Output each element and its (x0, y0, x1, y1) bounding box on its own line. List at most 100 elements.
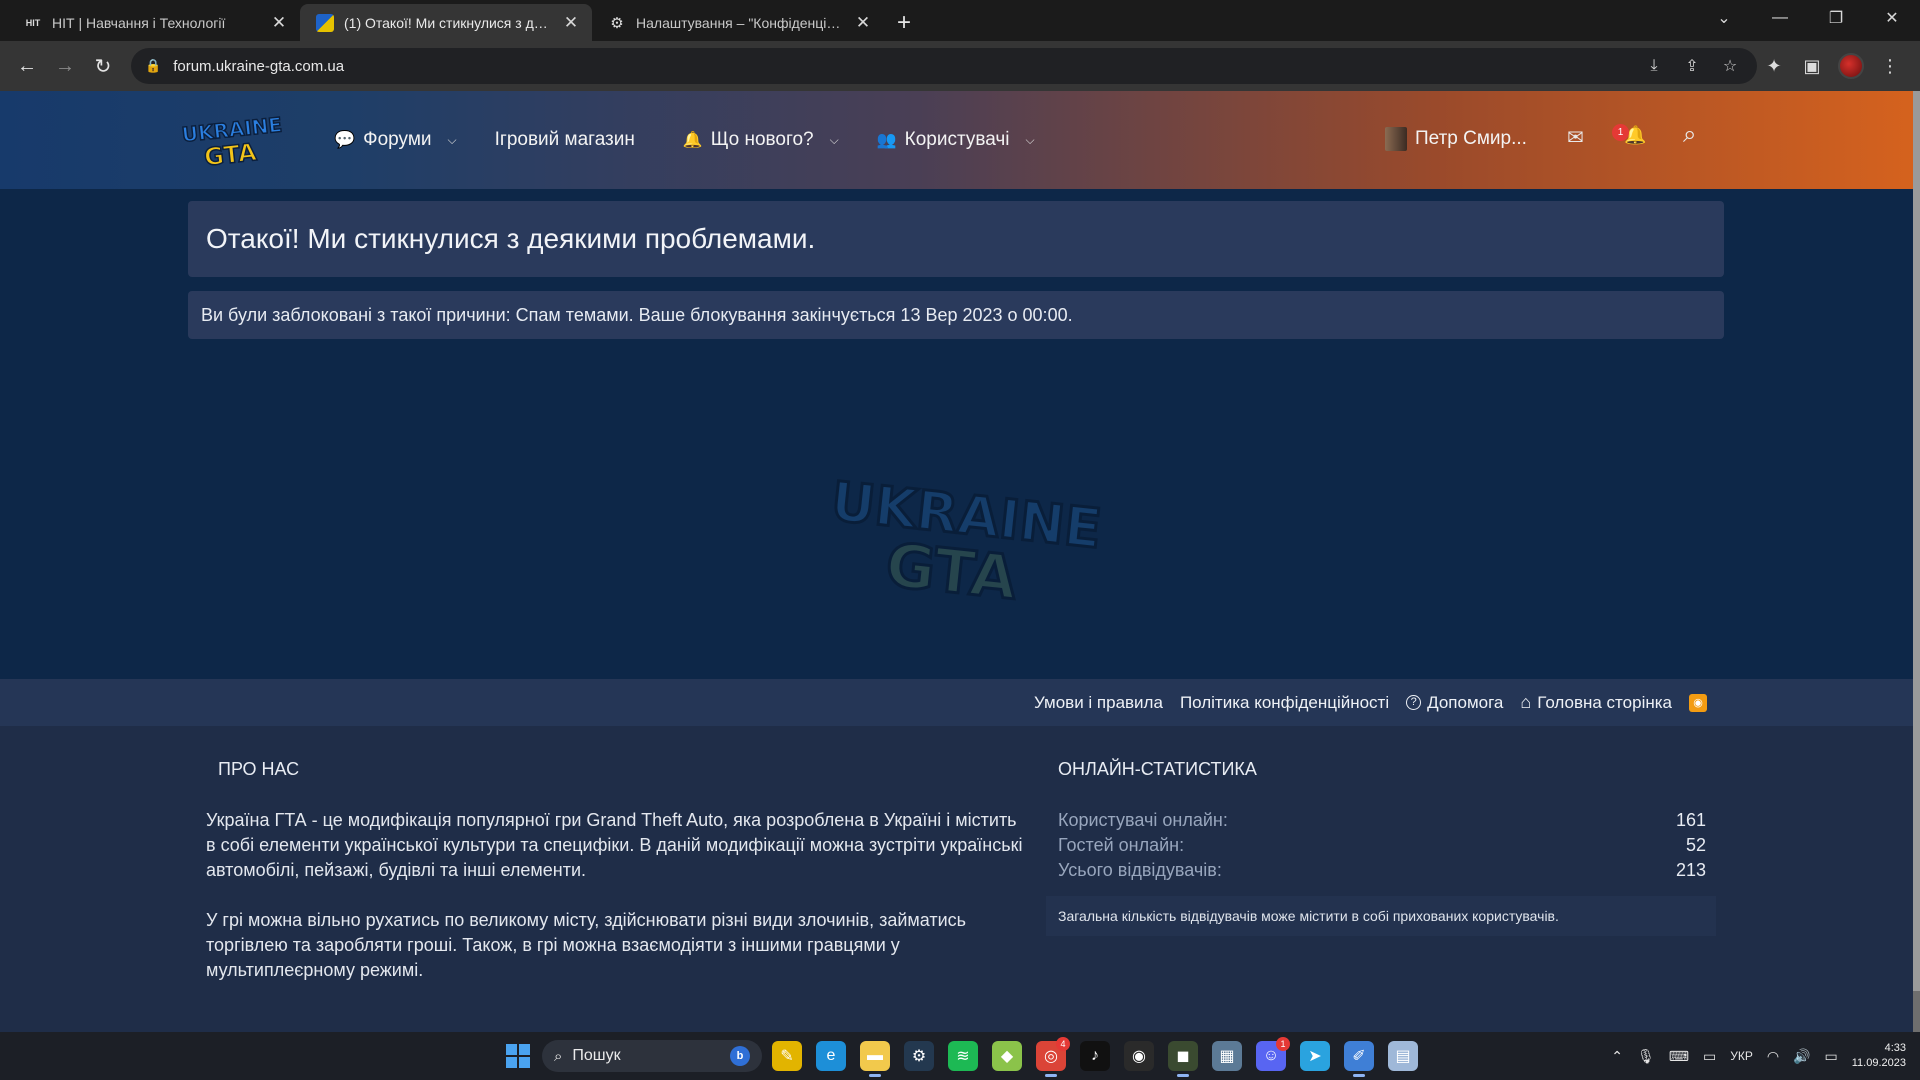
app-glyph: ≋ (956, 1048, 970, 1065)
taskbar-paint-icon[interactable]: ✐ (1344, 1041, 1374, 1077)
install-app-icon[interactable]: ⤓ (1641, 57, 1667, 75)
tab-search-icon[interactable]: ⌄ (1696, 8, 1752, 28)
app-glyph: ▤ (1395, 1048, 1411, 1065)
ukraine-gta-logo[interactable]: UKRAINE GTA (178, 113, 282, 167)
window-close-icon[interactable]: ✕ (1864, 8, 1920, 28)
windows-start-icon[interactable] (506, 1044, 530, 1068)
restore-icon[interactable]: ❐ (1808, 8, 1864, 28)
taskbar-tiktok-icon[interactable]: ♪ (1080, 1041, 1110, 1071)
minimize-icon[interactable]: — (1752, 9, 1808, 27)
lock-icon[interactable]: 🔒 (145, 58, 161, 74)
input-language[interactable]: УКР (1730, 1049, 1753, 1063)
taskbar-telegram-icon[interactable]: ➤ (1300, 1041, 1330, 1071)
ukraine-gta-watermark-logo: UKRAINE GTA (827, 471, 1102, 603)
nav-label: Ігровий магазин (494, 129, 635, 150)
taskbar-photo-icon[interactable]: ▦ (1212, 1041, 1242, 1071)
link-label: Умови і правила (1033, 692, 1163, 712)
share-icon[interactable]: ⇪ (1679, 56, 1705, 76)
svg-text:GTA: GTA (203, 138, 258, 167)
help-link[interactable]: ? Допомога (1406, 693, 1503, 713)
battery-icon[interactable]: ▭ (1825, 1048, 1838, 1065)
forward-button[interactable]: → (46, 47, 84, 85)
taskbar-game-icon[interactable]: ◼ (1168, 1041, 1198, 1077)
app-glyph: ⚙ (911, 1048, 927, 1065)
bookmark-star-icon[interactable]: ☆ (1717, 56, 1743, 76)
nav-forums[interactable]: 💬 Форуми ⌵ (334, 129, 457, 151)
tab-title: Налаштування – "Конфіденційність" (636, 14, 844, 31)
tab-close-icon[interactable]: ✕ (562, 13, 580, 33)
app-glyph: ◆ (1000, 1048, 1014, 1065)
app-badge: 1 (1276, 1037, 1290, 1051)
profile-avatar[interactable] (1838, 53, 1864, 79)
tab-title: НІТ | Навчання і Технології (52, 14, 226, 31)
taskbar-search[interactable]: ⌕ Пошук b (542, 1040, 762, 1072)
tray-overflow-chevron-icon[interactable]: ⌃ (1611, 1048, 1623, 1065)
nav-members[interactable]: 👥 Користувачі ⌵ (877, 129, 1035, 151)
volume-icon[interactable]: 🔊 (1793, 1048, 1810, 1065)
app-glyph: e (826, 1047, 836, 1064)
app-glyph: ◎ (1044, 1048, 1058, 1065)
taskbar-notepad-icon[interactable]: ▤ (1388, 1041, 1418, 1071)
bell-icon: 🔔 (682, 132, 703, 149)
error-title: Отакої! Ми стикнулися з деякими проблема… (188, 201, 1724, 277)
browser-menu-icon[interactable]: ⋮ (1878, 56, 1902, 77)
wifi-icon[interactable]: ◠ (1767, 1048, 1779, 1065)
app-badge: 4 (1056, 1037, 1070, 1051)
keyboard-icon[interactable]: ⌨ (1669, 1048, 1689, 1065)
reload-button[interactable]: ↻ (84, 47, 122, 85)
app-glyph: ✎ (780, 1048, 794, 1065)
chevron-down-icon[interactable]: ⌵ (1026, 133, 1035, 148)
chevron-down-icon[interactable]: ⌵ (448, 133, 457, 148)
clock-time: 4:33 (1884, 1042, 1906, 1054)
taskbar-clock[interactable]: 4:33 11.09.2023 (1852, 1041, 1906, 1071)
taskbar-pin-app-icon[interactable]: ✎ (772, 1041, 802, 1071)
privacy-link[interactable]: Політика конфіденційності (1180, 693, 1389, 713)
search-icon[interactable]: ⌕ (1683, 121, 1696, 149)
stat-label: Усього відвідувачів: (1058, 860, 1222, 880)
scrollbar-thumb[interactable] (1913, 91, 1920, 991)
terms-link[interactable]: Умови і правила (1034, 693, 1163, 713)
about-paragraph-1: Україна ГТА - це модифікація популярної … (206, 810, 1023, 880)
nav-whats-new[interactable]: 🔔 Що нового? ⌵ (683, 129, 839, 151)
tab-forum-error[interactable]: (1) Отакої! Ми стикнулися з деякими проб… (300, 4, 592, 41)
rss-icon[interactable]: ◉ (1689, 693, 1707, 712)
link-label: Політика конфіденційності (1179, 692, 1390, 712)
stat-row-total-visitors: Усього відвідувачів: 213 (1058, 860, 1706, 881)
app-glyph: ➤ (1308, 1048, 1322, 1065)
taskbar-edge-icon[interactable]: e (816, 1041, 846, 1071)
url-text[interactable]: forum.ukraine-gta.com.ua (173, 58, 1629, 75)
home-icon: ⌂ (1520, 692, 1532, 712)
tab-close-icon[interactable]: ✕ (270, 13, 288, 33)
browser-toolbar: ← → ↻ 🔒 forum.ukraine-gta.com.ua ⤓ ⇪ ☆ ✦… (0, 41, 1920, 91)
taskbar-obs-icon[interactable]: ◉ (1124, 1041, 1154, 1071)
about-title: ПРО НАС (218, 759, 300, 779)
site-header: UKRAINE GTA 💬 Форуми ⌵ Ігровий магазин 🔔… (0, 91, 1913, 189)
display-icon[interactable]: ▭ (1703, 1048, 1716, 1065)
mail-icon[interactable]: ✉ (1567, 125, 1584, 150)
tab-title: (1) Отакої! Ми стикнулися з деякими проб… (344, 14, 552, 31)
home-link[interactable]: ⌂ Головна сторінка (1520, 692, 1672, 713)
taskbar-spotify-icon[interactable]: ≋ (948, 1041, 978, 1071)
microphone-icon[interactable]: 🎙 (1637, 1048, 1655, 1065)
taskbar-bluestacks-icon[interactable]: ◆ (992, 1041, 1022, 1071)
taskbar-chrome-icon[interactable]: ◎ 4 (1036, 1037, 1070, 1077)
taskbar-explorer-icon[interactable]: ▬ (860, 1041, 890, 1077)
side-panel-icon[interactable]: ▣ (1800, 56, 1824, 77)
system-tray: ⌃ 🎙 ⌨ ▭ УКР ◠ 🔊 ▭ 4:33 11.09.2023 (1611, 1032, 1920, 1080)
app-glyph: ◉ (1132, 1048, 1146, 1065)
svg-text:GTA: GTA (883, 530, 1021, 603)
chevron-down-icon[interactable]: ⌵ (830, 133, 839, 148)
extensions-icon[interactable]: ✦ (1762, 56, 1786, 77)
taskbar-steam-icon[interactable]: ⚙ (904, 1041, 934, 1071)
tab-settings-privacy[interactable]: ⚙ Налаштування – "Конфіденційність" ✕ (592, 4, 884, 41)
back-button[interactable]: ← (8, 47, 46, 85)
taskbar-discord-icon[interactable]: ☺ 1 (1256, 1037, 1290, 1071)
new-tab-button[interactable]: + (884, 4, 924, 41)
ban-message: Ви були заблоковані з такої причини: Спа… (188, 291, 1724, 339)
account-menu[interactable]: Петр Смир... (1385, 127, 1527, 151)
tab-nit[interactable]: НІТ НІТ | Навчання і Технології ✕ (8, 4, 300, 41)
tab-close-icon[interactable]: ✕ (854, 13, 872, 33)
bing-icon[interactable]: b (730, 1046, 750, 1066)
nav-game-store[interactable]: Ігровий магазин (495, 129, 635, 151)
address-bar[interactable]: 🔒 forum.ukraine-gta.com.ua ⤓ ⇪ ☆ (131, 48, 1757, 84)
